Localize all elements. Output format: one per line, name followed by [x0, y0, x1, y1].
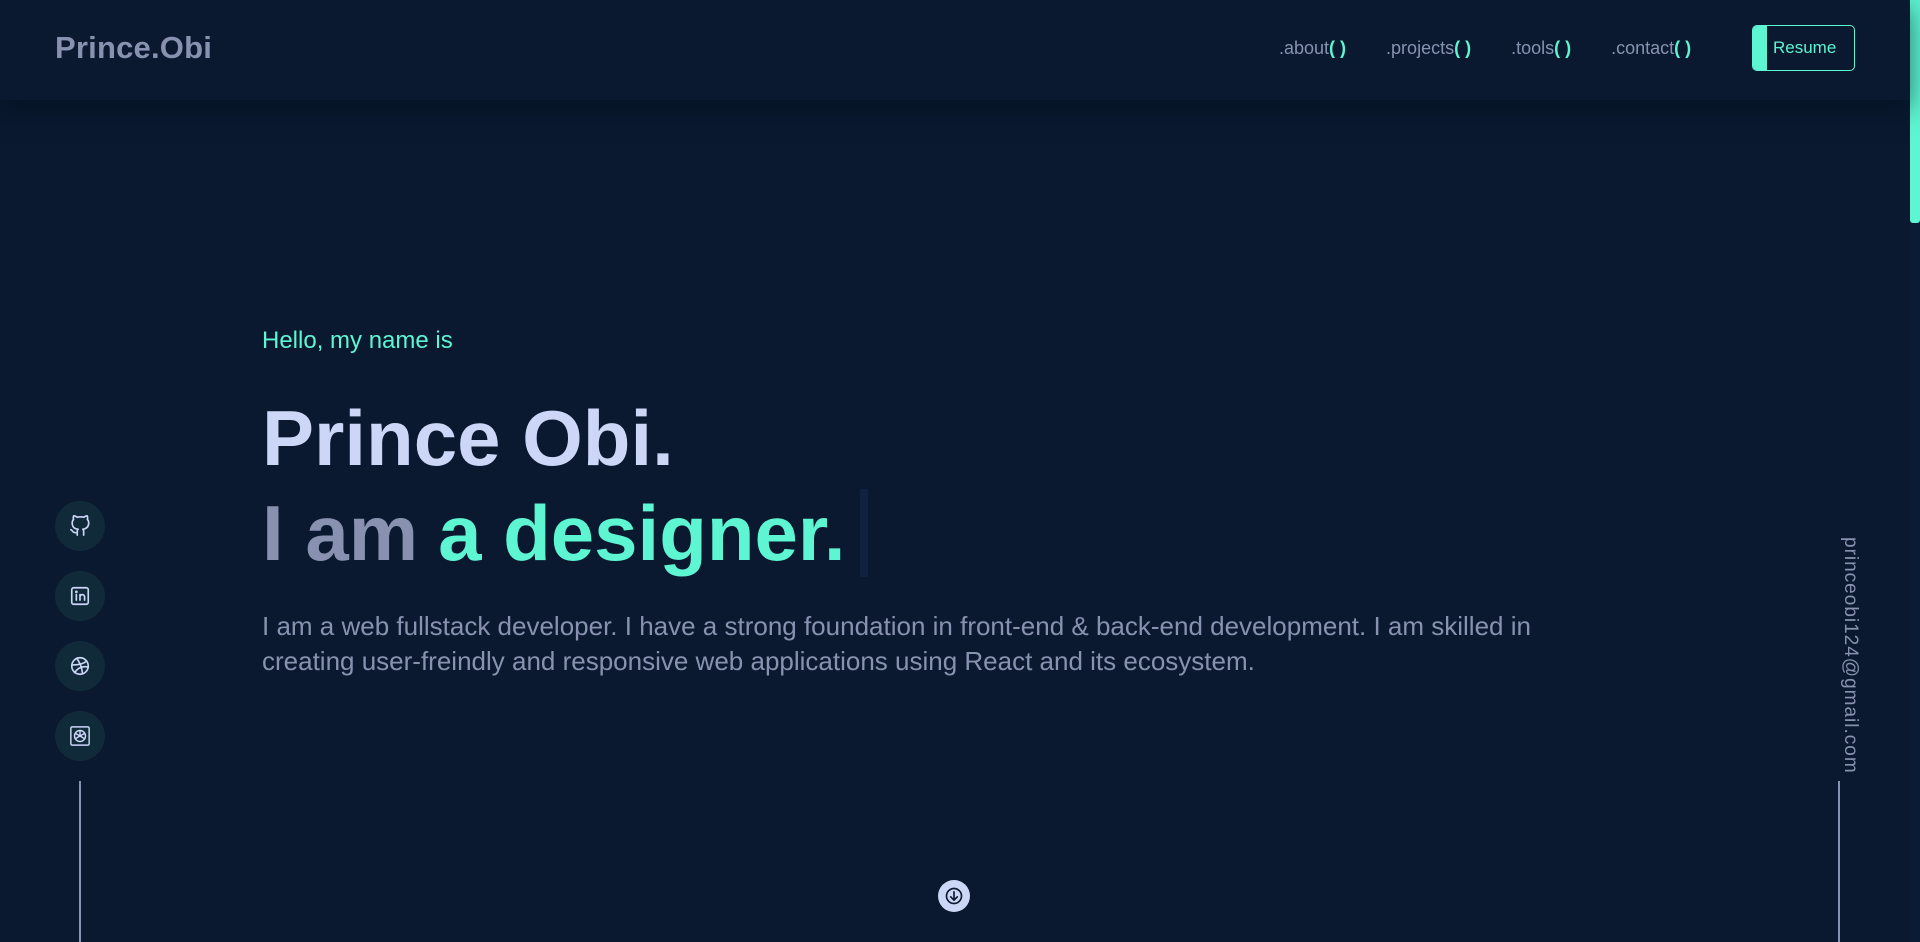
openai-link[interactable]: [55, 711, 105, 761]
site-header: Prince.Obi .about( ) .projects( ) .tools…: [0, 0, 1910, 100]
social-links: [55, 501, 105, 781]
github-icon: [70, 515, 90, 536]
social-divider-line: [79, 781, 81, 942]
dribbble-icon: [70, 656, 90, 676]
openai-icon: [70, 726, 90, 746]
hero-role-word: a designer.: [438, 489, 846, 577]
github-link[interactable]: [55, 501, 105, 551]
hero-greeting: Hello, my name is: [262, 327, 453, 354]
nav-link-paren: ( ): [1554, 38, 1572, 58]
nav-link-paren: ( ): [1674, 38, 1692, 58]
typing-cursor: [859, 489, 868, 577]
site-logo[interactable]: Prince.Obi: [55, 30, 212, 66]
dribbble-link[interactable]: [55, 641, 105, 691]
scroll-down-button[interactable]: [938, 880, 970, 912]
email-link[interactable]: princeobi124@gmail.com: [1821, 537, 1861, 774]
hero-name: Prince Obi.: [262, 394, 674, 482]
linkedin-icon: [70, 586, 90, 606]
main-nav: .about( ) .projects( ) .tools( ) .contac…: [1279, 36, 1731, 60]
nav-link-label: .about: [1279, 38, 1330, 58]
scrollbar-track[interactable]: [1910, 0, 1920, 942]
nav-link-tools[interactable]: .tools( ): [1511, 36, 1571, 60]
hero-role-prefix: I am: [262, 489, 419, 577]
nav-link-label: .projects: [1386, 38, 1455, 58]
hero-role-line: I am a designer.: [262, 488, 868, 578]
email-divider-line: [1838, 781, 1840, 942]
hero-bio: I am a web fullstack developer. I have a…: [262, 611, 1531, 676]
nav-link-projects[interactable]: .projects( ): [1386, 36, 1471, 60]
nav-link-paren: ( ): [1329, 38, 1347, 58]
nav-link-label: .tools: [1511, 38, 1555, 58]
nav-link-contact[interactable]: .contact( ): [1611, 36, 1691, 60]
scrollbar-thumb[interactable]: [1910, 0, 1920, 223]
nav-link-label: .contact: [1611, 38, 1675, 58]
arrow-down-icon: [945, 887, 963, 905]
linkedin-link[interactable]: [55, 571, 105, 621]
nav-link-about[interactable]: .about( ): [1279, 36, 1346, 60]
nav-link-paren: ( ): [1454, 38, 1472, 58]
resume-button[interactable]: Resume: [1752, 25, 1855, 71]
